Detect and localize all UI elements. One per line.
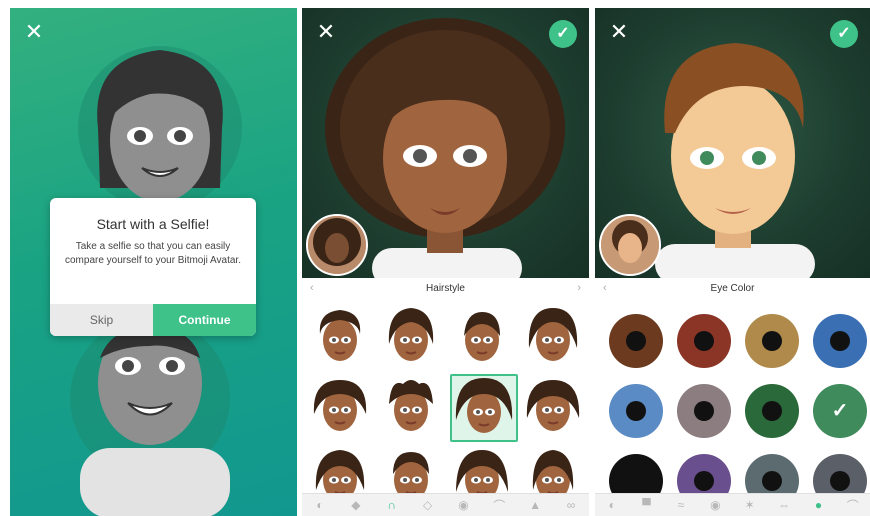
category-tabbar: ◐ ▀ ≈ ◉ ✶ ⇔ ● ⌒ [595,493,870,516]
selfie-dialog: Start with a Selfie! Take a selfie so th… [50,198,256,336]
eye-detail-icon[interactable]: ✶ [739,494,761,516]
eye-color-swatch[interactable] [745,384,799,438]
eye-color-swatch[interactable] [677,314,731,368]
eye-color-grid: ✓ [595,300,870,508]
pupil [762,401,782,421]
confirm-button[interactable]: ✓ [830,20,858,48]
hairstyle-option[interactable] [379,374,443,438]
next-section-icon[interactable]: › [577,282,581,294]
hairstyle-option[interactable] [450,304,514,368]
section-header: ‹ Eye Color [595,278,870,301]
close-icon[interactable]: ✕ [609,21,629,43]
hairstyle-option[interactable] [308,374,372,438]
hairstyle-icon[interactable]: ∩ [381,494,403,516]
dialog-body: Take a selfie so that you can easily com… [64,241,241,266]
avatar-preview [302,8,589,278]
hair-icon[interactable]: ◆ [345,494,367,516]
eye-color-editor-panel: ✕ ✓ ‹ Eye Color ✓ ◐ ▀ ≈ ◉ ✶ ⇔ ● ⌒ [595,8,870,516]
selfie-thumbnail[interactable] [599,214,661,276]
continue-button[interactable]: Continue [153,304,256,336]
hairstyle-option[interactable] [450,374,518,442]
eye-color-swatch[interactable] [677,384,731,438]
pupil [626,401,646,421]
confirm-button[interactable]: ✓ [549,20,577,48]
close-icon[interactable]: ✕ [316,21,336,43]
eye-color-swatch[interactable] [813,314,867,368]
eyebrow-icon[interactable]: ⌒ [842,494,864,516]
hair-shine-icon[interactable]: ◇ [417,494,439,516]
hairstyle-option[interactable] [308,304,372,368]
section-header: ‹ Hairstyle › [302,278,589,301]
hairstyle-option[interactable] [521,374,585,438]
mustache-icon[interactable]: ≈ [670,494,692,516]
pupil [694,471,714,491]
pupil [830,331,850,351]
close-icon[interactable]: ✕ [24,21,44,43]
pupil [694,401,714,421]
hairstyle-option[interactable] [521,304,585,368]
pupil [694,331,714,351]
eye-color-swatch[interactable] [609,384,663,438]
selected-check-icon: ✓ [831,400,849,422]
eye-icon[interactable]: ◉ [704,494,726,516]
hairstyle-grid [302,300,589,501]
dialog-title: Start with a Selfie! [96,216,210,232]
pupil [626,471,646,491]
hairstyle-option[interactable] [379,304,443,368]
eyebrow-icon[interactable]: ⌒ [488,494,510,516]
category-tabbar: ◐ ◆ ∩ ◇ ◉ ⌒ ▲ ∞ [302,493,589,516]
pupil [762,331,782,351]
section-title: Eye Color [710,283,755,294]
pupil [626,331,646,351]
onboarding-panel: ✕ Start with a Selfie! Take a selfie so … [10,8,297,516]
selfie-thumbnail[interactable] [306,214,368,276]
section-title: Hairstyle [426,283,465,294]
hat-icon[interactable]: ▀ [636,494,658,516]
pupil [830,471,850,491]
eye-spacing-icon[interactable]: ⇔ [773,494,795,516]
pupil [762,471,782,491]
nose-icon[interactable]: ▲ [524,494,546,516]
eye-icon[interactable]: ◉ [452,494,474,516]
eye-color-swatch[interactable] [609,314,663,368]
avatar-preview [595,8,870,278]
skin-tone-icon[interactable]: ◐ [309,494,331,516]
eye-color-swatch[interactable] [745,314,799,368]
eye-color-swatch[interactable]: ✓ [813,384,867,438]
skip-button[interactable]: Skip [50,304,153,336]
skin-tone-icon[interactable]: ◐ [601,494,623,516]
glasses-icon[interactable]: ∞ [560,494,582,516]
hairstyle-editor-panel: ✕ ✓ ‹ Hairstyle › ◐ ◆ ∩ ◇ ◉ ⌒ ▲ ∞ [302,8,589,516]
eye-color-icon[interactable]: ● [807,494,829,516]
